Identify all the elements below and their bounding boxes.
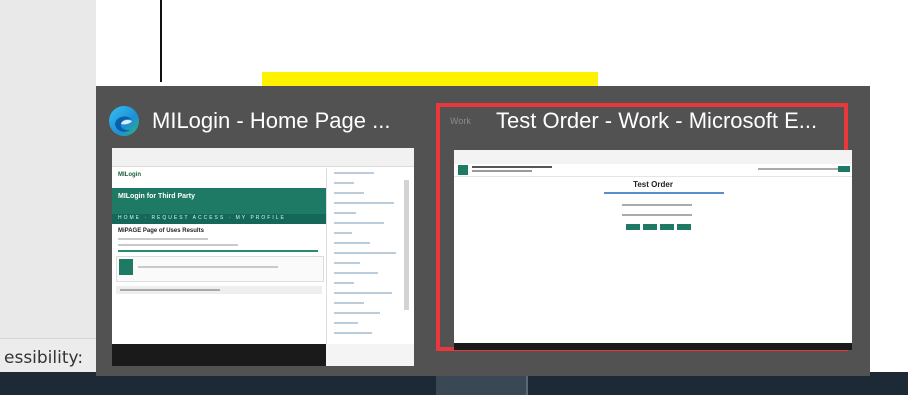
form-button [660,224,674,230]
panel-line [334,182,354,184]
panel-line [334,292,392,294]
browser-toolbar [112,148,414,167]
panel-line [334,272,378,274]
site-banner [112,188,326,214]
text-line [118,238,208,240]
page-heading: Test Order [633,180,673,189]
panel-line [334,302,364,304]
text-line [120,289,220,291]
panel-line [334,202,394,204]
taskbar-separator [526,376,528,395]
site-brand-line [472,170,532,172]
panel-footer [326,344,414,366]
accessibility-status[interactable]: essibility: [4,348,83,368]
site-banner-title: MILogin for Third Party [118,193,195,200]
text-line [138,266,278,268]
site-logo-icon [458,165,468,175]
window-thumbnail-milogin[interactable]: MILogin - Home Page ... MILogin MILogin … [96,86,432,376]
window-preview[interactable]: Test Order [454,150,852,350]
page-subtitle [604,192,724,194]
form-field [622,214,692,216]
form-field [622,204,692,206]
form-buttons [626,224,691,230]
panel-line [334,252,396,254]
panel-line [334,282,354,284]
panel-line [334,192,364,194]
left-pane [0,0,96,372]
divider-line [118,250,318,252]
window-header: MILogin - Home Page ... [108,101,390,141]
panel-line [334,232,352,234]
panel-line [334,322,358,324]
window-thumbnail-test-order[interactable]: Work Test Order - Work - Microsoft E... … [432,86,870,376]
content-card [116,256,324,282]
panel-line [334,262,360,264]
card-icon [119,259,133,275]
panel-line [334,332,372,334]
panel-line [334,242,370,244]
text-cursor-line [160,0,162,82]
site-header [112,168,322,186]
site-footer [112,344,326,366]
window-header: Work Test Order - Work - Microsoft E... [450,101,817,141]
work-profile-badge: Work [450,116,471,126]
form-button [643,224,657,230]
page-heading: MiPAGE Page of Uses Results [118,228,204,234]
side-panel [326,168,414,344]
window-title: MILogin - Home Page ... [152,108,391,133]
site-nav-button [838,166,850,172]
site-footer [454,343,852,350]
form-button [677,224,691,230]
form-button [626,224,640,230]
edge-icon [109,106,139,136]
site-nav [758,168,838,170]
window-preview[interactable]: MILogin MILogin for Third Party HOME · R… [112,148,414,366]
panel-scrollbar [404,180,409,310]
window-title: Test Order - Work - Microsoft E... [496,108,818,133]
site-brand-line [472,166,552,168]
site-nav-text: HOME · REQUEST ACCESS · MY PROFILE [118,215,286,221]
browser-toolbar [454,150,852,165]
panel-line [334,172,374,174]
panel-line [334,212,356,214]
panel-line [334,222,384,224]
panel-line [334,312,380,314]
text-line [118,244,238,246]
site-logo: MILogin [118,172,141,178]
window-switcher-flyout: MILogin - Home Page ... MILogin MILogin … [96,86,870,376]
